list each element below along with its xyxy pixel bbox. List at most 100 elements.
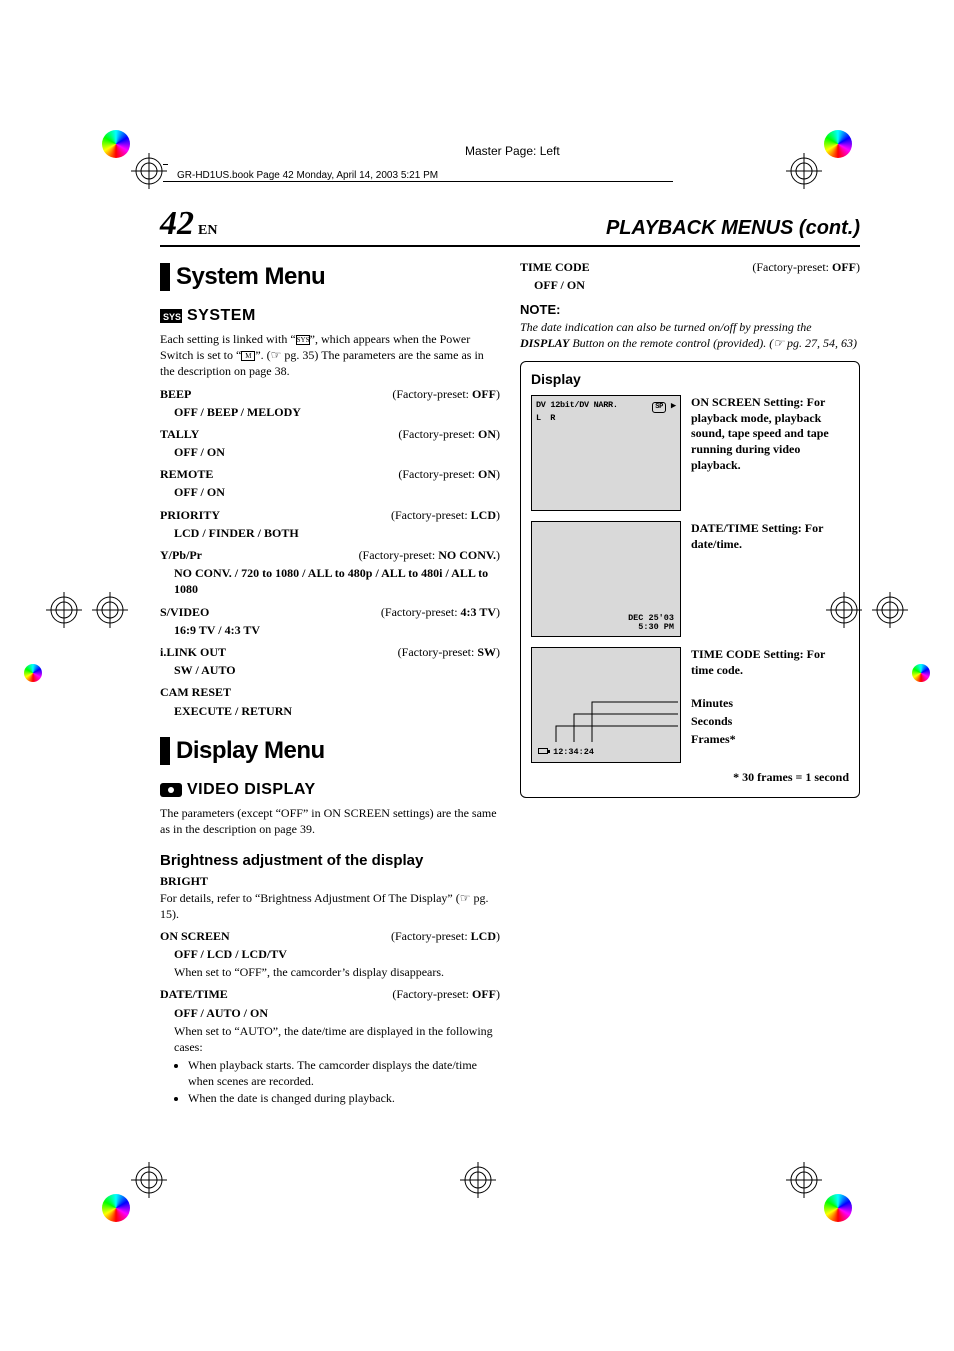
color-registration-ball — [824, 130, 852, 158]
tc-minutes-label: Minutes — [691, 696, 839, 712]
setting-opts: OFF / AUTO / ON — [174, 1005, 500, 1021]
setting-preset: (Factory-preset: NO CONV.) — [359, 547, 500, 563]
setting-preset: (Factory-preset: SW) — [398, 644, 500, 660]
crosshair-icon — [131, 153, 167, 189]
section-title: PLAYBACK MENUS (cont.) — [606, 217, 860, 240]
setting-name: CAM RESET — [160, 684, 231, 700]
video-display-para: The parameters (except “OFF” in ON SCREE… — [160, 805, 500, 837]
setting-opts: OFF / ON — [174, 484, 500, 500]
timecode-value: 12:34:24 — [553, 747, 594, 757]
screen-row-1: DV 12bit/DV NARR. SP ▶ L R ON SCREEN Set… — [531, 395, 849, 511]
setting-row: BEEP (Factory-preset: OFF) — [160, 386, 500, 402]
setting-preset: (Factory-preset: OFF) — [752, 259, 860, 275]
display-box-title: Display — [531, 370, 849, 389]
setting-row: PRIORITY(Factory-preset: LCD) — [160, 507, 500, 523]
page-number: 42 EN — [160, 205, 217, 243]
setting-opts: OFF / ON — [174, 444, 500, 460]
camcorder-screen-datetime: DEC 25'03 5:30 PM — [531, 521, 681, 637]
camcorder-screen-timecode: 12:34:24 — [531, 647, 681, 763]
page-lang: EN — [198, 223, 217, 238]
play-indicator-icon: ▶ — [671, 401, 676, 411]
bullet-item: When playback starts. The camcorder disp… — [188, 1057, 500, 1089]
rule — [163, 164, 168, 165]
system-subheading: SYS SYSTEM — [160, 305, 500, 327]
display-menu-heading: Display Menu — [160, 735, 500, 767]
on-screen-row: ON SCREEN (Factory-preset: LCD) — [160, 928, 500, 944]
setting-name: PRIORITY — [160, 507, 220, 523]
book-file-info: GR-HD1US.book Page 42 Monday, April 14, … — [177, 170, 438, 181]
color-registration-ball-small — [24, 664, 42, 682]
setting-opts: EXECUTE / RETURN — [174, 703, 500, 719]
color-registration-ball — [102, 1194, 130, 1222]
setting-opts: NO CONV. / 720 to 1080 / ALL to 480p / A… — [174, 565, 500, 597]
screen-row-3: 12:34:24 TIME CODE Setting: For time cod… — [531, 647, 849, 763]
setting-row: i.LINK OUT (Factory-preset: SW) — [160, 644, 500, 660]
screen-row-2: DEC 25'03 5:30 PM DATE/TIME Setting: For… — [531, 521, 849, 637]
crosshair-icon — [131, 1162, 167, 1198]
setting-opts: 16:9 TV / 4:3 TV — [174, 622, 500, 638]
tc-desc: TIME CODE Setting: For time code. — [691, 647, 839, 678]
system-menu-heading: System Menu — [160, 261, 500, 293]
system-intro: Each setting is linked with “SYS”, which… — [160, 331, 500, 380]
sp-indicator: SP — [652, 402, 666, 413]
color-registration-ball — [102, 130, 130, 158]
note-text: The date indication can also be turned o… — [520, 319, 860, 351]
master-page-label: Master Page: Left — [465, 144, 560, 158]
page-content: 42 EN PLAYBACK MENUS (cont.) System Menu … — [160, 205, 860, 1106]
link-inline-icon: SYS — [296, 335, 310, 345]
setting-row: REMOTE(Factory-preset: ON) — [160, 466, 500, 482]
setting-preset: (Factory-preset: ON) — [398, 426, 500, 442]
date-time-row: DATE/TIME (Factory-preset: OFF) — [160, 986, 500, 1002]
setting-desc: When set to “OFF”, the camcorder’s displ… — [174, 964, 500, 980]
display-button-label: DISPLAY — [520, 336, 569, 350]
video-display-icon — [160, 783, 182, 797]
setting-opts: OFF / LCD / LCD/TV — [174, 946, 500, 962]
crosshair-icon — [786, 153, 822, 189]
setting-opts: SW / AUTO — [174, 662, 500, 678]
crosshair-icon — [786, 1162, 822, 1198]
crosshair-icon — [46, 592, 82, 628]
setting-preset: (Factory-preset: LCD) — [391, 928, 500, 944]
screen-timecode: 12:34:24 — [538, 747, 594, 758]
setting-preset: (Factory-preset: OFF) — [392, 986, 500, 1002]
text: The date indication can also be turned o… — [520, 320, 812, 334]
page-header: 42 EN PLAYBACK MENUS (cont.) — [160, 205, 860, 247]
screen-desc: DATE/TIME Setting: For date/time. — [691, 521, 839, 552]
setting-preset: (Factory-preset: 4:3 TV) — [381, 604, 500, 620]
rule — [163, 181, 673, 182]
display-box: Display DV 12bit/DV NARR. SP ▶ L R ON SC… — [520, 361, 860, 798]
screen-topline: DV 12bit/DV NARR. — [536, 400, 618, 413]
setting-row: Y/Pb/Pr(Factory-preset: NO CONV.) — [160, 547, 500, 563]
crosshair-icon — [92, 592, 128, 628]
battery-icon — [538, 748, 548, 754]
setting-row: CAM RESET — [160, 684, 500, 700]
tc-seconds-label: Seconds — [691, 714, 839, 730]
camcorder-screen-onscreen: DV 12bit/DV NARR. SP ▶ L R — [531, 395, 681, 511]
m-inline-icon: M — [241, 351, 255, 361]
display-box-footer: * 30 frames = 1 second — [531, 769, 849, 785]
bullet-item: When the date is changed during playback… — [188, 1090, 500, 1106]
setting-preset: (Factory-preset: OFF) — [392, 386, 500, 402]
setting-name: REMOTE — [160, 466, 213, 482]
screen-desc: TIME CODE Setting: For time code. Minute… — [691, 647, 839, 747]
lr-indicator: L R — [536, 413, 676, 424]
video-display-text: VIDEO DISPLAY — [187, 779, 316, 801]
bright-para: For details, refer to “Brightness Adjust… — [160, 890, 500, 922]
page-number-value: 42 — [160, 205, 194, 242]
tc-frames-label: Frames* — [691, 732, 839, 748]
heading-text: Display Menu — [176, 735, 325, 767]
timecode-callout-lines — [538, 694, 678, 748]
left-column: System Menu SYS SYSTEM Each setting is l… — [160, 255, 500, 1106]
setting-opts: OFF / BEEP / MELODY — [174, 404, 500, 420]
setting-name: i.LINK OUT — [160, 644, 226, 660]
text: Each setting is linked with “ — [160, 332, 296, 346]
setting-name: BEEP — [160, 386, 191, 402]
note-label: NOTE: — [520, 301, 860, 319]
text: Button on the remote control (provided).… — [569, 336, 857, 350]
date-time-bullets: When playback starts. The camcorder disp… — [182, 1057, 500, 1106]
setting-opts: LCD / FINDER / BOTH — [174, 525, 500, 541]
setting-name: TIME CODE — [520, 259, 590, 275]
system-menu-icon: SYS — [160, 309, 182, 323]
crosshair-icon — [460, 1162, 496, 1198]
setting-row: TALLY(Factory-preset: ON) — [160, 426, 500, 442]
